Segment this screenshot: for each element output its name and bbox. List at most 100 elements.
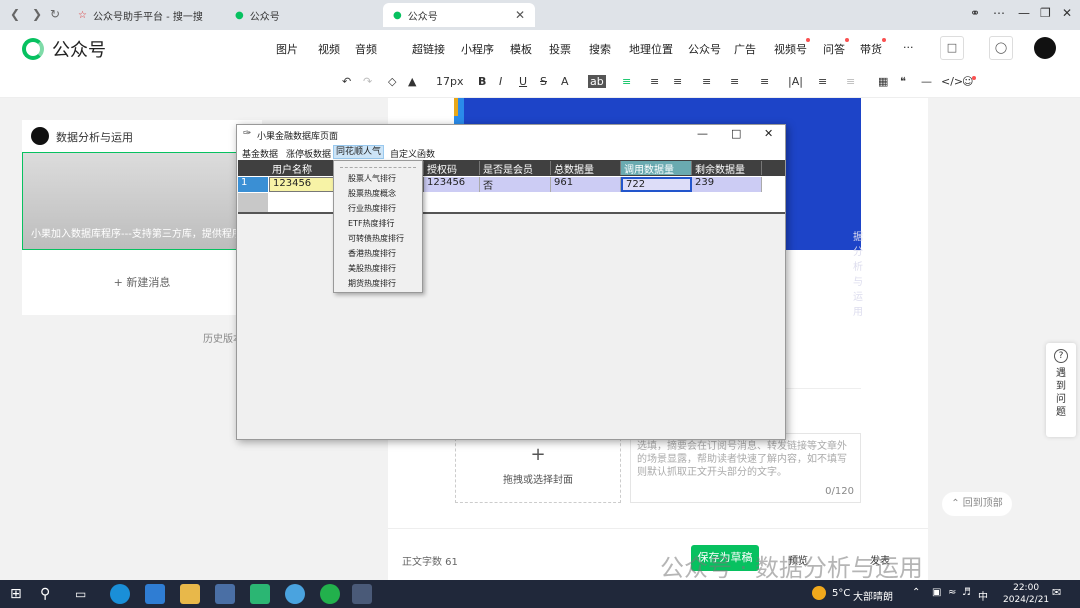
menu-item[interactable]: 股票人气排行 bbox=[334, 171, 422, 186]
menu-ths-popularity[interactable]: 同花顺人气 bbox=[333, 145, 385, 159]
menu-item[interactable]: 可转债热度排行 bbox=[334, 231, 422, 246]
menu-official-account[interactable]: 公众号 bbox=[688, 41, 721, 57]
close-tab-icon[interactable]: ✕ bbox=[515, 8, 525, 22]
divider-icon[interactable]: — bbox=[921, 75, 932, 88]
notification-icon[interactable]: ✉ bbox=[1052, 586, 1061, 599]
column-header[interactable]: 调用数据量 bbox=[621, 161, 692, 176]
menu-item[interactable]: 香港热度排行 bbox=[334, 246, 422, 261]
cell-used[interactable]: 722 bbox=[621, 177, 692, 192]
edge-browser-icon[interactable] bbox=[110, 584, 130, 604]
cell-is-member[interactable]: 否 bbox=[480, 177, 551, 192]
align-left-icon[interactable]: ≡ bbox=[622, 75, 631, 88]
more-icon[interactable]: ⋯ bbox=[993, 6, 1005, 20]
cell-remaining[interactable]: 239 bbox=[692, 177, 762, 192]
restore-icon[interactable]: ❐ bbox=[1040, 6, 1051, 20]
globe-icon[interactable]: ⚭ bbox=[970, 6, 980, 20]
window-title-bar[interactable]: ✑ 小果金融数据库页面 — □ ✕ bbox=[237, 125, 785, 145]
browser-tab-gzh-active[interactable]: ● 公众号 ✕ bbox=[383, 3, 535, 27]
menu-sell[interactable]: 带货 bbox=[860, 41, 882, 57]
row-index[interactable]: 1 bbox=[238, 177, 268, 192]
redo-icon[interactable]: ↷ bbox=[363, 75, 372, 88]
menu-ads[interactable]: 广告 bbox=[734, 41, 756, 57]
volume-icon[interactable]: ♬ bbox=[962, 587, 971, 598]
indent-icon[interactable]: ≡ bbox=[673, 75, 682, 88]
strikethrough-icon[interactable]: S bbox=[540, 75, 547, 88]
browser-tab-sousou[interactable]: ☆ 公众号助手平台 - 搜一搜 bbox=[68, 3, 223, 27]
undo-icon[interactable]: ↶ bbox=[342, 75, 351, 88]
column-header[interactable]: 是否是会员 bbox=[480, 161, 551, 176]
menu-item[interactable]: 美股热度排行 bbox=[334, 261, 422, 276]
menu-fund-data[interactable]: 基金数据 bbox=[240, 147, 280, 160]
minimize-icon[interactable]: — bbox=[1018, 6, 1030, 20]
line-height-icon[interactable]: ≡ bbox=[702, 75, 711, 88]
input-language[interactable]: 中 bbox=[978, 588, 988, 603]
minimize-icon[interactable]: — bbox=[697, 127, 708, 140]
menu-image[interactable]: 图片 bbox=[276, 41, 298, 57]
font-size-select[interactable]: 17px bbox=[436, 75, 464, 88]
format-painter-icon[interactable]: ▲ bbox=[408, 75, 416, 88]
cover-upload[interactable]: + 拖拽或选择封面 bbox=[455, 433, 621, 503]
font-color-icon[interactable]: A bbox=[561, 75, 569, 88]
quote-icon[interactable]: ❝ bbox=[900, 75, 906, 88]
column-header[interactable]: 总数据量 bbox=[551, 161, 621, 176]
menu-location[interactable]: 地理位置 bbox=[629, 41, 673, 57]
back-to-top-button[interactable]: ⌃ 回到顶部 bbox=[942, 492, 1012, 516]
back-icon[interactable]: ❮ bbox=[10, 7, 20, 21]
bold-icon[interactable]: B bbox=[478, 75, 486, 88]
feather-app-icon[interactable] bbox=[352, 584, 372, 604]
network-icon[interactable]: ▣ bbox=[932, 587, 941, 598]
column-header[interactable]: 剩余数据量 bbox=[692, 161, 762, 176]
menu-template[interactable]: 模板 bbox=[510, 41, 532, 57]
menu-video[interactable]: 视频 bbox=[318, 41, 340, 57]
article-card[interactable]: 小果加入数据库程序---支持第三方库，提供程序 bbox=[22, 152, 262, 250]
menu-channels[interactable]: 视频号 bbox=[774, 41, 807, 57]
store-icon[interactable] bbox=[215, 584, 235, 604]
menu-more[interactable]: ··· bbox=[903, 41, 914, 54]
wechat-icon[interactable] bbox=[320, 584, 340, 604]
menu-item[interactable]: 股票热度概念 bbox=[334, 186, 422, 201]
document-icon[interactable]: □ bbox=[940, 36, 964, 60]
menu-qa[interactable]: 问答 bbox=[823, 41, 845, 57]
app-icon[interactable] bbox=[250, 584, 270, 604]
paragraph-spacing-icon[interactable]: ≡ bbox=[730, 75, 739, 88]
new-message-button[interactable]: + 新建消息 bbox=[22, 274, 262, 290]
italic-icon[interactable]: I bbox=[499, 75, 502, 88]
clear-format-icon[interactable]: ◇ bbox=[388, 75, 396, 88]
align-center-icon[interactable]: ≡ bbox=[650, 75, 659, 88]
clock[interactable]: 22:00 2024/2/21 bbox=[1003, 582, 1049, 606]
close-window-icon[interactable]: ✕ bbox=[764, 127, 773, 140]
menu-limit-up-data[interactable]: 涨停板数据 bbox=[284, 147, 333, 160]
summary-input[interactable]: 选填，摘要会在订阅号消息、转发链接等文章外的场景显露，帮助读者快速了解内容，如不… bbox=[630, 433, 861, 503]
avatar[interactable] bbox=[1034, 37, 1056, 59]
menu-item[interactable]: 期货热度排行 bbox=[334, 276, 422, 291]
chevron-up-icon[interactable]: ⌃ bbox=[912, 587, 920, 598]
task-view-icon[interactable]: ▭ bbox=[75, 584, 95, 604]
forward-icon[interactable]: ❯ bbox=[32, 7, 42, 21]
letter-spacing-icon[interactable]: |A| bbox=[788, 75, 803, 88]
list-icon[interactable]: ≡ bbox=[760, 75, 769, 88]
app-icon[interactable] bbox=[285, 584, 305, 604]
browser-tab-gzh-1[interactable]: ● 公众号 bbox=[225, 3, 380, 27]
menu-audio[interactable]: 音频 bbox=[355, 41, 377, 57]
ordered-list-icon[interactable]: ≡ bbox=[818, 75, 827, 88]
maximize-icon[interactable]: □ bbox=[731, 127, 741, 140]
menu-item[interactable]: ETF热度排行 bbox=[334, 216, 422, 231]
menu-item[interactable]: 行业热度排行 bbox=[334, 201, 422, 216]
menu-hyperlink[interactable]: 超链接 bbox=[412, 41, 445, 57]
column-header[interactable]: 授权码 bbox=[424, 161, 480, 176]
menu-custom-function[interactable]: 自定义函数 bbox=[388, 147, 437, 160]
mail-icon[interactable] bbox=[145, 584, 165, 604]
shield-icon[interactable]: ◯ bbox=[989, 36, 1013, 60]
help-widget[interactable]: ? 遇 到 问 题 bbox=[1046, 343, 1076, 437]
underline-icon[interactable]: U bbox=[519, 75, 527, 88]
cell-total[interactable]: 961 bbox=[551, 177, 621, 192]
menu-miniprogram[interactable]: 小程序 bbox=[461, 41, 494, 57]
cell-auth-code[interactable]: 123456 bbox=[424, 177, 480, 192]
close-window-icon[interactable]: ✕ bbox=[1062, 6, 1072, 20]
search-icon[interactable]: ⚲ bbox=[40, 584, 60, 604]
windows-start-icon[interactable]: ⊞ bbox=[10, 584, 30, 604]
folder-icon[interactable] bbox=[180, 584, 200, 604]
table-icon[interactable]: ▦ bbox=[878, 75, 888, 88]
code-icon[interactable]: </> bbox=[941, 75, 963, 88]
menu-search[interactable]: 搜索 bbox=[589, 41, 611, 57]
